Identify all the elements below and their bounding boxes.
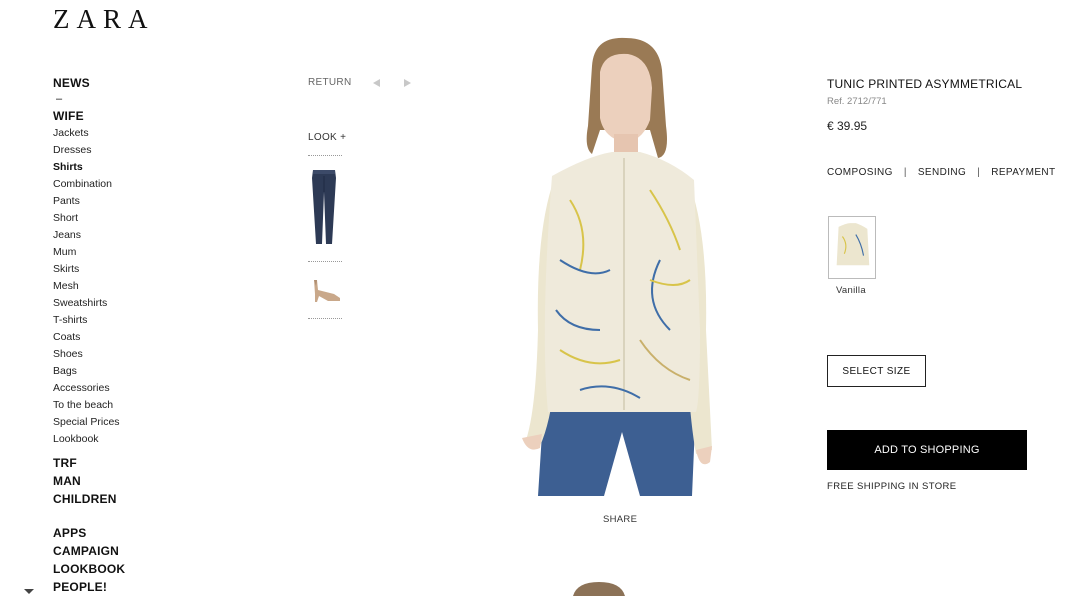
jeans-thumbnail-icon[interactable] <box>310 168 338 246</box>
nav-news[interactable]: NEWS <box>53 74 173 92</box>
nav-item-dresses[interactable]: Dresses <box>53 142 173 159</box>
next-product-image <box>573 582 625 596</box>
nav-item-jeans[interactable]: Jeans <box>53 227 173 244</box>
tab-composing[interactable]: COMPOSING <box>827 167 893 178</box>
product-title: TUNIC PRINTED ASYMMETRICAL <box>827 77 1023 91</box>
nav-item-t-shirts[interactable]: T-shirts <box>53 312 173 329</box>
nav-item-shirts[interactable]: Shirts <box>53 159 173 176</box>
shirt-swatch-icon <box>836 223 870 266</box>
nav-item-mesh[interactable]: Mesh <box>53 278 173 295</box>
tab-sending[interactable]: SENDING <box>918 167 966 178</box>
nav-item-accessories[interactable]: Accessories <box>53 380 173 397</box>
nav-item-pants[interactable]: Pants <box>53 193 173 210</box>
nav-apps[interactable]: APPS <box>53 524 173 542</box>
nav-people[interactable]: PEOPLE! <box>53 578 173 596</box>
nav-trf[interactable]: TRF <box>53 454 173 472</box>
nav-wife[interactable]: WIFE <box>53 107 173 125</box>
heels-thumbnail-icon[interactable] <box>310 276 342 304</box>
wife-category-list: Jackets Dresses Shirts Combination Pants Shor… <box>53 125 173 448</box>
nav-man[interactable]: MAN <box>53 472 173 490</box>
nav-item-sweatshirts[interactable]: Sweatshirts <box>53 295 173 312</box>
nav-item-to-the-beach[interactable]: To the beach <box>53 397 173 414</box>
nav-item-bags[interactable]: Bags <box>53 363 173 380</box>
product-model-image[interactable] <box>500 30 740 496</box>
shipping-note: FREE SHIPPING IN STORE <box>827 481 957 492</box>
share-link[interactable]: SHARE <box>603 514 637 525</box>
tab-separator: | <box>903 167 907 178</box>
tab-repayment[interactable]: REPAYMENT <box>991 167 1055 178</box>
nav-campaign[interactable]: CAMPAIGN <box>53 542 173 560</box>
nav-item-special-prices[interactable]: Special Prices <box>53 414 173 431</box>
previous-arrow-icon[interactable] <box>373 78 381 87</box>
divider <box>308 261 342 262</box>
divider <box>308 318 342 319</box>
nav-children[interactable]: CHILDREN <box>53 490 173 508</box>
return-link[interactable]: RETURN <box>308 77 351 88</box>
product-reference: Ref. 2712/771 <box>827 96 887 107</box>
return-bar: RETURN <box>308 77 412 88</box>
nav-item-shoes[interactable]: Shoes <box>53 346 173 363</box>
nav-divider: – <box>56 93 63 105</box>
zara-logo[interactable]: ZARA <box>53 4 155 35</box>
add-to-shopping-button[interactable]: ADD TO SHOPPING <box>827 430 1027 470</box>
product-info-tabs: COMPOSING | SENDING | REPAYMENT <box>827 167 1056 178</box>
divider <box>308 155 342 156</box>
sidebar-nav: NEWS – WIFE Jackets Dresses Shirts Combinat… <box>53 74 173 596</box>
product-price: € 39.95 <box>827 119 868 133</box>
color-swatch-vanilla[interactable] <box>828 216 876 279</box>
nav-item-jackets[interactable]: Jackets <box>53 125 173 142</box>
nav-lookbook[interactable]: LOOKBOOK <box>53 560 173 578</box>
color-name: Vanilla <box>836 285 866 296</box>
nav-item-skirts[interactable]: Skirts <box>53 261 173 278</box>
next-arrow-icon[interactable] <box>404 78 412 87</box>
select-size-button[interactable]: SELECT SIZE <box>827 355 926 387</box>
nav-item-short[interactable]: Short <box>53 210 173 227</box>
nav-item-lookbook[interactable]: Lookbook <box>53 431 173 448</box>
look-plus-link[interactable]: LOOK + <box>308 132 346 143</box>
nav-item-combination[interactable]: Combination <box>53 176 173 193</box>
nav-item-mum[interactable]: Mum <box>53 244 173 261</box>
nav-item-coats[interactable]: Coats <box>53 329 173 346</box>
tab-separator: | <box>977 167 981 178</box>
scroll-down-icon[interactable] <box>24 589 34 594</box>
